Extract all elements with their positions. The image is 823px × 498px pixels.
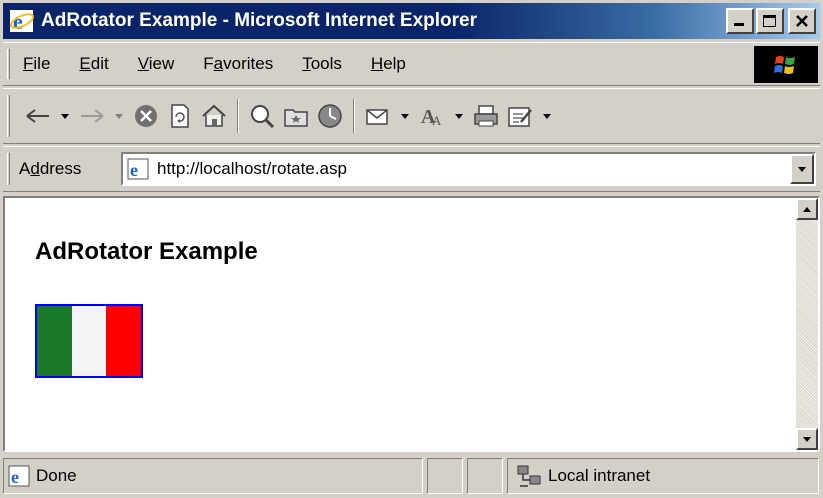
- chevron-down-icon: [115, 113, 123, 119]
- page-heading: AdRotator Example: [35, 238, 258, 265]
- menu-grip[interactable]: [7, 49, 10, 79]
- font-dropdown[interactable]: [449, 99, 469, 133]
- status-panel-security: [467, 458, 503, 494]
- menu-help[interactable]: Help: [371, 54, 406, 74]
- status-panel-zone: Local intranet: [507, 458, 819, 494]
- vertical-scrollbar[interactable]: [796, 198, 818, 450]
- address-grip[interactable]: [7, 153, 10, 185]
- title-bar[interactable]: e AdRotator Example - Microsoft Internet…: [3, 3, 820, 39]
- address-input[interactable]: e http://localhost/rotate.asp: [121, 152, 816, 186]
- refresh-button[interactable]: [163, 99, 197, 133]
- browser-window: e AdRotator Example - Microsoft Internet…: [0, 0, 823, 498]
- chevron-down-icon: [455, 113, 463, 119]
- print-preview-button[interactable]: AA: [415, 99, 449, 133]
- edit-dropdown[interactable]: [537, 99, 557, 133]
- flag-stripe-red: [106, 306, 142, 376]
- page-content[interactable]: AdRotator Example: [3, 196, 820, 452]
- close-button[interactable]: [788, 8, 816, 34]
- menu-file[interactable]: File: [23, 54, 50, 74]
- ad-banner-link[interactable]: [35, 304, 143, 378]
- status-text: Done: [36, 466, 77, 485]
- menu-edit[interactable]: Edit: [79, 54, 108, 74]
- local-intranet-icon: [517, 465, 541, 487]
- toolbar-separator: [353, 99, 355, 133]
- font-size-icon: AA: [421, 106, 442, 128]
- scroll-up-button[interactable]: [796, 198, 818, 220]
- svg-text:A: A: [432, 113, 442, 128]
- home-icon: [202, 104, 226, 127]
- svg-text:e: e: [130, 160, 138, 180]
- chevron-up-icon: [803, 206, 811, 212]
- status-panel-main: e Done: [3, 458, 423, 494]
- chevron-down-icon: [543, 113, 551, 119]
- minimize-icon: [734, 23, 744, 26]
- chevron-down-icon: [803, 436, 811, 442]
- favorites-icon: [284, 109, 308, 127]
- stop-icon: [135, 105, 157, 127]
- forward-dropdown[interactable]: [109, 99, 129, 133]
- address-bar: Address e http://localhost/rotate.asp: [3, 146, 820, 192]
- edit-icon: [508, 107, 532, 127]
- flag-stripe-white: [71, 306, 107, 376]
- mail-button[interactable]: [361, 99, 395, 133]
- chevron-down-icon: [798, 166, 806, 172]
- history-icon: [318, 104, 342, 128]
- svg-text:e: e: [13, 9, 23, 34]
- toolbar-grip[interactable]: [7, 95, 10, 137]
- address-url[interactable]: http://localhost/rotate.asp: [157, 159, 347, 179]
- history-button[interactable]: [313, 99, 347, 133]
- scroll-down-button[interactable]: [796, 428, 818, 450]
- menu-tools[interactable]: Tools: [302, 54, 342, 74]
- menu-bar: File Edit View Favorites Tools Help: [3, 42, 820, 86]
- forward-icon: [81, 109, 104, 123]
- close-icon: [796, 15, 808, 27]
- print-icon: [474, 105, 498, 127]
- home-button[interactable]: [197, 99, 231, 133]
- print-button[interactable]: [469, 99, 503, 133]
- stop-button[interactable]: [129, 99, 163, 133]
- search-icon: [251, 105, 275, 129]
- page-icon: e: [8, 465, 30, 487]
- toolbar-separator: [237, 99, 239, 133]
- standard-toolbar: AA: [3, 88, 820, 144]
- status-panel-progress: [427, 458, 463, 494]
- forward-button[interactable]: [75, 99, 109, 133]
- windows-logo-icon: [754, 46, 818, 83]
- edit-button[interactable]: [503, 99, 537, 133]
- chevron-down-icon: [401, 113, 409, 119]
- chevron-down-icon: [61, 113, 69, 119]
- refresh-icon: [171, 104, 189, 128]
- zone-text: Local intranet: [548, 466, 651, 485]
- minimize-button[interactable]: [726, 8, 754, 34]
- window-title: AdRotator Example - Microsoft Internet E…: [41, 10, 478, 31]
- back-button[interactable]: [21, 99, 55, 133]
- back-dropdown[interactable]: [55, 99, 75, 133]
- flag-stripe-green: [37, 306, 72, 376]
- address-label: Address: [19, 159, 82, 178]
- menu-favorites[interactable]: Favorites: [203, 54, 273, 74]
- mail-icon: [366, 109, 388, 125]
- page-icon: e: [127, 158, 149, 180]
- maximize-button[interactable]: [756, 8, 784, 34]
- status-bar: e Done Local intranet: [3, 456, 820, 496]
- maximize-icon: [763, 15, 776, 27]
- back-icon: [26, 109, 49, 123]
- svg-text:e: e: [11, 467, 19, 487]
- favorites-button[interactable]: [279, 99, 313, 133]
- search-button[interactable]: [245, 99, 279, 133]
- ie-logo-icon: e: [9, 8, 35, 34]
- menu-view[interactable]: View: [138, 54, 175, 74]
- address-dropdown-button[interactable]: [790, 154, 814, 184]
- mail-dropdown[interactable]: [395, 99, 415, 133]
